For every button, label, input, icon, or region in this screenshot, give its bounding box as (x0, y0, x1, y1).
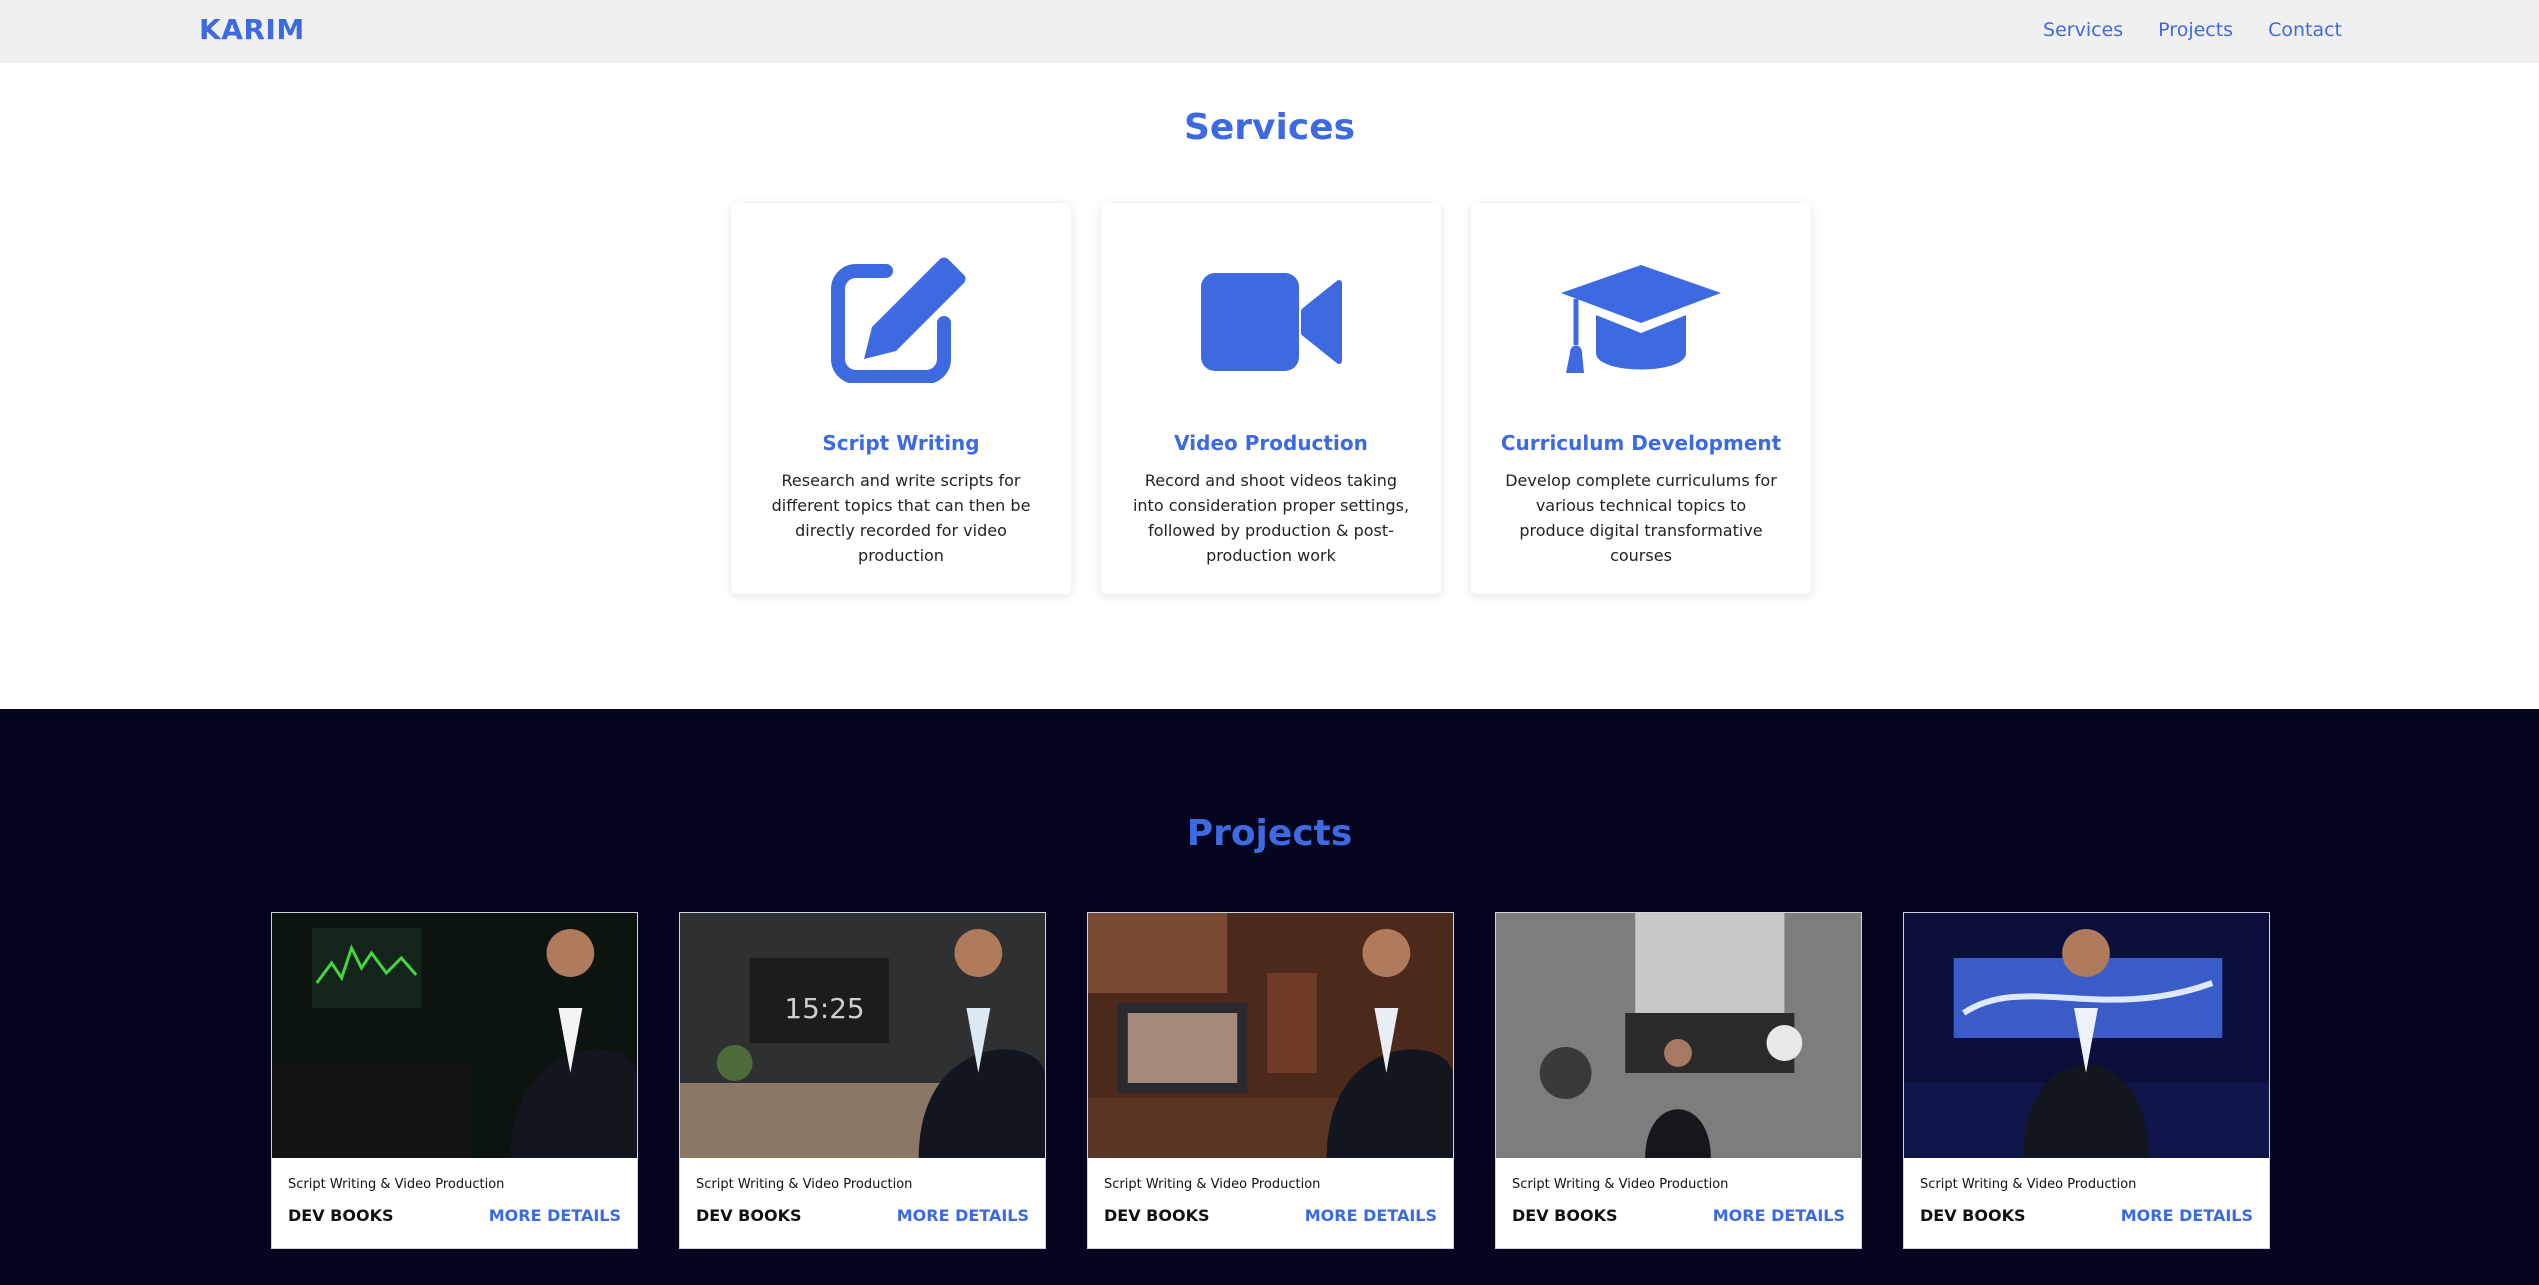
service-card-script-writing: Script Writing Research and write script… (731, 203, 1071, 594)
project-thumbnail (1496, 913, 1861, 1158)
project-name: DEV BOOKS (1512, 1206, 1618, 1225)
more-details-link[interactable]: MORE DETAILS (489, 1206, 621, 1225)
project-thumbnail (272, 913, 637, 1158)
navbar: KARIM Services Projects Contact (0, 0, 2539, 63)
nav-link-contact[interactable]: Contact (2268, 19, 2342, 41)
projects-title: Projects (1186, 813, 1353, 854)
project-category: Script Writing & Video Production (1512, 1177, 1729, 1192)
graduation-cap-icon (1561, 265, 1721, 373)
services-section: Services Script Writing Research and wri… (0, 63, 2539, 709)
service-description: Develop complete curriculums for various… (1505, 471, 1777, 565)
more-details-link[interactable]: MORE DETAILS (897, 1206, 1029, 1225)
project-card[interactable]: 15:25 Script Writing & Video Production … (679, 912, 1046, 1249)
more-details-link[interactable]: MORE DETAILS (1713, 1206, 1845, 1225)
service-title: Curriculum Development (1500, 431, 1782, 455)
project-name: DEV BOOKS (288, 1206, 394, 1225)
service-title: Script Writing (822, 431, 980, 455)
video-camera-icon (1201, 273, 1342, 371)
project-category: Script Writing & Video Production (696, 1177, 913, 1192)
more-details-link[interactable]: MORE DETAILS (1305, 1206, 1437, 1225)
project-card[interactable]: Script Writing & Video Production DEV BO… (1495, 912, 1862, 1249)
project-category: Script Writing & Video Production (1104, 1177, 1321, 1192)
project-name: DEV BOOKS (1920, 1206, 2026, 1225)
more-details-link[interactable]: MORE DETAILS (2121, 1206, 2253, 1225)
project-card[interactable]: Script Writing & Video Production DEV BO… (1087, 912, 1454, 1249)
project-card[interactable]: Script Writing & Video Production DEV BO… (1903, 912, 2270, 1249)
edit-icon (831, 255, 966, 383)
project-thumbnail: 15:25 (680, 913, 1045, 1158)
service-description: Research and write scripts for different… (771, 471, 1031, 565)
services-title: Services (1183, 107, 1356, 148)
nav-links: Services Projects Contact (2043, 19, 2342, 41)
project-thumbnail (1904, 913, 2269, 1158)
service-card-video-production: Video Production Record and shoot videos… (1101, 203, 1441, 594)
nav-link-services[interactable]: Services (2043, 19, 2123, 41)
service-card-curriculum-development: Curriculum Development Develop complete … (1471, 203, 1811, 594)
thumb-clock-text: 15:25 (784, 992, 864, 1025)
service-description: Record and shoot videos taking into cons… (1132, 471, 1410, 565)
projects-section: Projects Script Writing & Video Producti… (0, 709, 2539, 1285)
project-thumbnail (1088, 913, 1453, 1158)
project-name: DEV BOOKS (1104, 1206, 1210, 1225)
service-title: Video Production (1174, 431, 1368, 455)
nav-link-projects[interactable]: Projects (2158, 19, 2233, 41)
project-card[interactable]: Script Writing & Video Production DEV BO… (271, 912, 638, 1249)
project-name: DEV BOOKS (696, 1206, 802, 1225)
project-category: Script Writing & Video Production (1920, 1177, 2137, 1192)
project-category: Script Writing & Video Production (288, 1177, 505, 1192)
brand-logo[interactable]: KARIM (199, 13, 305, 46)
